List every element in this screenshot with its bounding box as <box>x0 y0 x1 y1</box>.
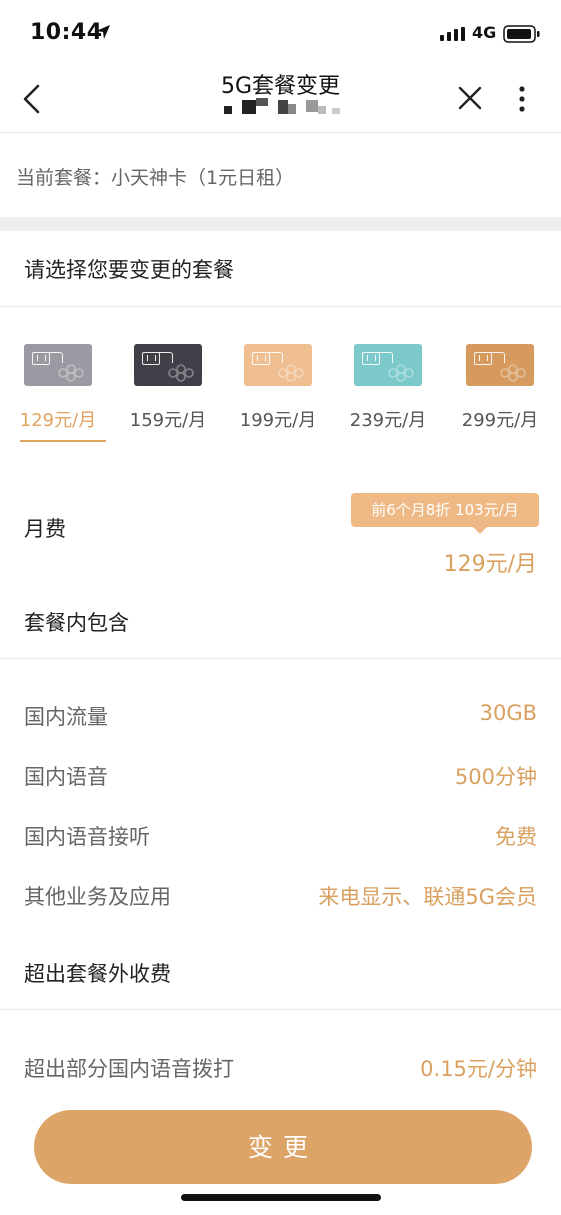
sim-card-icon <box>244 344 312 386</box>
signal-strength-icon <box>440 27 465 41</box>
sim-card-icon <box>466 344 534 386</box>
row-label-voice: 国内语音 <box>24 765 108 789</box>
row-label-incoming: 国内语音接听 <box>24 825 150 849</box>
plan-price: 199元/月 <box>239 410 317 431</box>
divider <box>0 1009 561 1010</box>
plan-option[interactable]: 129元/月 <box>8 340 108 450</box>
section-divider <box>0 217 561 231</box>
network-type: 4G <box>472 23 497 42</box>
row-value-voice: 500分钟 <box>454 765 537 789</box>
row-value-extra-voice: 0.15元/分钟 <box>420 1057 537 1081</box>
status-bar: 10:44 4G <box>0 0 561 64</box>
battery-icon <box>503 25 540 43</box>
status-time: 10:44 <box>30 20 103 45</box>
extra-charges-title: 超出套餐外收费 <box>24 962 171 986</box>
plan-option[interactable]: 299元/月 <box>450 340 550 450</box>
change-button[interactable]: 变更 <box>34 1110 532 1184</box>
plan-option[interactable]: 199元/月 <box>228 340 328 450</box>
current-plan-section: 当前套餐：小天神卡（1元日租） <box>0 133 561 217</box>
plan-price: 299元/月 <box>461 410 539 431</box>
monthly-fee-value: 129元/月 <box>443 552 537 577</box>
sim-card-icon <box>354 344 422 386</box>
sim-card-icon <box>24 344 92 386</box>
row-value-services: 来电显示、联通5G会员 <box>318 885 537 909</box>
location-arrow-icon <box>96 25 110 39</box>
selected-underline <box>20 440 106 442</box>
plan-price: 159元/月 <box>129 410 207 431</box>
select-plan-title: 请选择您要变更的套餐 <box>24 258 234 282</box>
promo-badge: 前6个月8折 103元/月 <box>351 493 539 534</box>
plan-option[interactable]: 159元/月 <box>118 340 218 450</box>
plan-option[interactable]: 239元/月 <box>338 340 438 450</box>
sim-card-icon <box>134 344 202 386</box>
plan-price: 239元/月 <box>349 410 427 431</box>
plan-options: 129元/月 159元/月 199元/月 239元/月 299元/月 <box>0 340 561 450</box>
row-label-extra-voice: 超出部分国内语音拨打 <box>24 1057 234 1081</box>
masked-phone-number <box>220 98 350 118</box>
divider <box>0 658 561 659</box>
divider <box>0 306 561 307</box>
plan-price: 129元/月 <box>19 410 97 431</box>
home-indicator <box>181 1194 381 1201</box>
current-plan-text: 当前套餐：小天神卡（1元日租） <box>16 167 295 189</box>
monthly-fee-label: 月费 <box>24 517 66 541</box>
more-vertical-icon[interactable] <box>510 84 534 114</box>
row-value-data: 30GB <box>479 701 537 725</box>
row-value-incoming: 免费 <box>495 825 537 849</box>
row-label-services: 其他业务及应用 <box>24 885 171 909</box>
close-icon[interactable] <box>456 84 484 112</box>
includes-title: 套餐内包含 <box>24 611 129 635</box>
nav-bar: 5G套餐变更 <box>0 64 561 133</box>
row-label-data: 国内流量 <box>24 705 108 729</box>
